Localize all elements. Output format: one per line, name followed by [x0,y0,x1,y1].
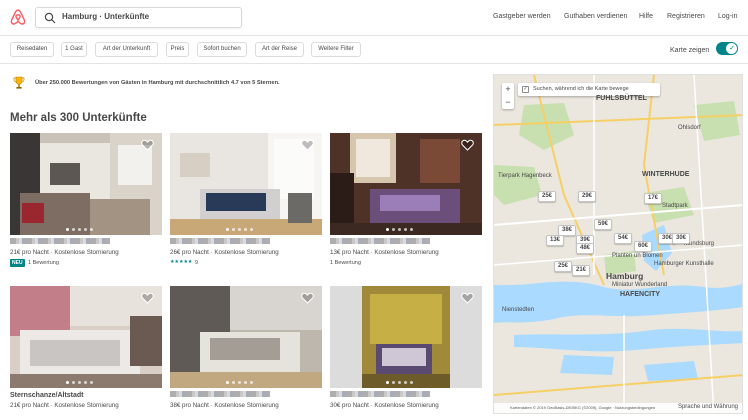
listing-title-blurred [170,238,270,244]
reviews-banner: Über 250.000 Bewertungen von Gästen in H… [35,80,280,86]
listing-photo[interactable] [170,133,322,235]
filter-guests[interactable]: 1 Gast [61,42,87,57]
listing-photo[interactable] [10,133,162,235]
nav-become-host[interactable]: Gastgeber werden [493,13,551,20]
filter-home-type[interactable]: Art der Unterkunft [95,42,158,57]
map-price-pin[interactable]: 54€ [614,233,633,244]
heart-icon[interactable] [301,292,314,304]
listing-price: 13€ pro Nacht · Kostenlose Stornierung [330,249,439,256]
listing-price: 30€ pro Nacht · Kostenlose Stornierung [330,402,439,409]
map-price-pin[interactable]: 25€ [538,191,557,202]
map-price-pin[interactable]: 21€ [572,265,591,276]
map-label-fuhlsbuettel: FUHLSBÜTTEL [596,95,647,102]
map-footer: Kartendaten © 2019 GeoBasis-DE/BKG (©200… [494,403,742,413]
map-toggle[interactable]: ✓ [716,42,738,55]
listing-title-blurred [10,238,110,244]
photo-dots [66,228,93,231]
filter-bar: Reisedaten 1 Gast Art der Unterkunft Pre… [0,37,748,64]
map-label-tierpark: Tierpark Hagenbeck [498,173,552,179]
photo-dots [226,228,253,231]
filter-more[interactable]: Weitere Filter [311,42,361,57]
listing-photo[interactable] [330,133,482,235]
heart-icon[interactable] [461,292,474,304]
listing-reviews: 9 [195,260,199,266]
map-label-ohlsdorf: Ohlsdorf [678,125,701,131]
new-badge: NEU [10,259,25,267]
map-label-planten-un-blomen: Planten un Blomen [612,253,663,259]
nav-register[interactable]: Registrieren [667,13,705,20]
map-price-pin[interactable]: 25€ [554,261,573,272]
filter-instant-book[interactable]: Sofort buchen [197,42,247,57]
map-label-nienstedten: Nienstedten [502,307,535,313]
map-price-pin[interactable]: 60€ [634,241,653,252]
map-label-winterhude: WINTERHUDE [642,171,690,178]
listing-price: 21€ pro Nacht · Kostenlose Stornierung [10,402,119,409]
search-while-moving-checkbox[interactable]: ✓ [522,86,529,93]
map-attribution[interactable]: Kartendaten © 2019 GeoBasis-DE/BKG (©200… [510,405,655,410]
map-toggle-label: Karte zeigen [670,47,710,54]
zoom-in-button[interactable]: + [502,83,514,96]
map-price-pin[interactable]: 48€ [576,243,595,254]
filter-price[interactable]: Preis [166,42,189,57]
photo-dots [66,381,93,384]
search-value: Hamburg · Unterkünfte [62,12,150,21]
results-heading: Mehr als 300 Unterkünfte [10,112,147,124]
map-panel[interactable]: + − ✓ Suchen, während ich die Karte bewe… [493,74,743,414]
language-currency-link[interactable]: Sprache und Währung [678,404,738,410]
heart-icon[interactable] [141,139,154,151]
listing-reviews: 1 Bewertung [330,260,361,266]
listing-price: 21€ pro Nacht · Kostenlose Stornierung [10,249,119,256]
listing-reviews: 1 Bewertung [28,260,59,266]
rating-stars: ★★★★★ [170,259,193,265]
zoom-out-button[interactable]: − [502,96,514,109]
listing-title-blurred [170,391,270,397]
listing-price: 38€ pro Nacht · Kostenlose Stornierung [170,402,279,409]
map-label-stadtpark: Stadtpark [662,203,688,209]
photo-dots [226,381,253,384]
listing-photo[interactable] [170,286,322,388]
listing-photo[interactable] [10,286,162,388]
map-label-hafencity: HAFENCITY [620,291,661,298]
nav-login[interactable]: Log-in [718,13,737,20]
map-price-pin[interactable]: 17€ [644,193,663,204]
map-price-pin[interactable]: 13€ [546,235,565,246]
heart-icon[interactable] [461,139,474,151]
listing-title-blurred [330,391,430,397]
map-label-hamburg: Hamburg [606,271,644,281]
nav-help[interactable]: Hilfe [639,13,653,20]
filter-dates[interactable]: Reisedaten [10,42,54,57]
listing-photo[interactable] [330,286,482,388]
map-price-pin[interactable]: 59€ [594,219,613,230]
check-icon: ✓ [729,45,735,52]
trophy-icon [13,76,25,89]
map-price-pin[interactable]: 30€ [672,233,691,244]
top-header: Hamburg · Unterkünfte Gastgeber werden G… [0,0,748,36]
listing-title-blurred [330,238,430,244]
map-label-kunsthalle: Hamburger Kunsthalle [654,261,714,267]
filter-trip-type[interactable]: Art der Reise [255,42,304,57]
search-input[interactable]: Hamburg · Unterkünfte [35,7,242,28]
zoom-control: + − [502,83,514,109]
map-price-pin[interactable]: 29€ [578,191,597,202]
listing-title: Sternschanze/Altstadt [10,392,84,399]
search-icon [44,12,56,24]
heart-icon[interactable] [141,292,154,304]
listing-price: 26€ pro Nacht · Kostenlose Stornierung [170,249,279,256]
nav-earn-credit[interactable]: Guthaben verdienen [564,13,627,20]
search-while-moving-label: Suchen, während ich die Karte bewege [533,86,629,92]
airbnb-logo-icon[interactable] [10,8,26,26]
map-label-miniatur-wunderland: Miniatur Wunderland [612,282,668,288]
photo-dots [386,228,413,231]
photo-dots [386,381,413,384]
heart-icon[interactable] [301,139,314,151]
